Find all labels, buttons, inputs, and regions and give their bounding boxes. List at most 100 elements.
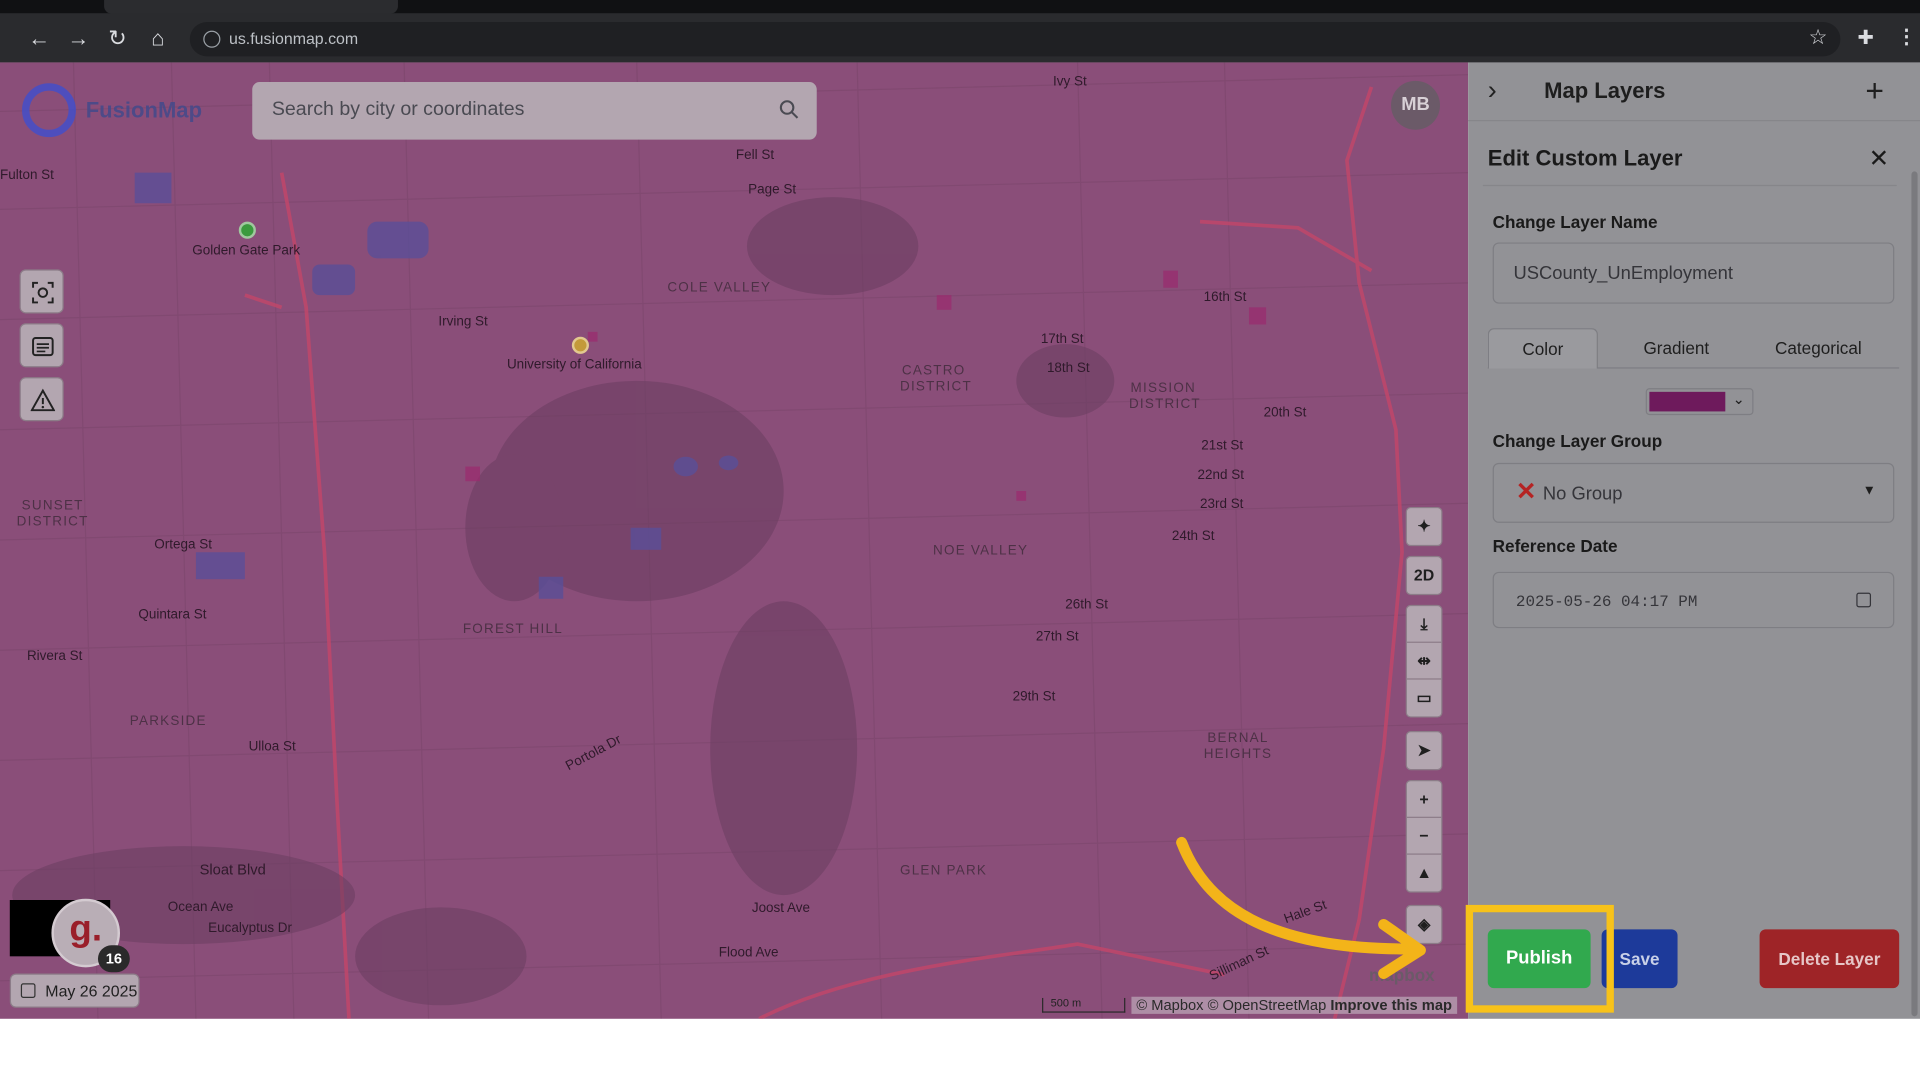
browser-menu-icon[interactable]: ⋮	[1897, 24, 1917, 48]
color-swatch	[1649, 391, 1726, 412]
map-district-label: BERNAL HEIGHTS	[1203, 731, 1273, 762]
map-label: Golden Gate Park	[192, 243, 301, 259]
url-text: us.fusionmap.com	[228, 29, 359, 48]
logo-mark-icon	[22, 83, 76, 138]
panel-title: Map Layers	[1544, 78, 1666, 103]
ruler-icon[interactable]: ▭	[1407, 680, 1441, 717]
zoom-in-icon[interactable]: +	[1406, 781, 1442, 818]
grammarly-badge[interactable]: g. 16	[51, 898, 130, 973]
map-label: 27th St	[1035, 629, 1079, 645]
dropdown-caret-icon: ▼	[1862, 483, 1876, 499]
close-icon[interactable]: ✕	[1869, 143, 1890, 174]
split-compare-icon[interactable]: ⇹	[1406, 643, 1442, 680]
ai-assist-button[interactable]: ✦	[1405, 506, 1443, 547]
map-label: Fell St	[735, 148, 775, 163]
map-label: Irving St	[438, 314, 488, 330]
camera-focus-icon	[32, 281, 54, 304]
grammarly-count-badge: 16	[97, 945, 130, 973]
alerts-tool-button[interactable]	[19, 377, 64, 422]
collapse-panel-chevron-icon[interactable]: ›	[1488, 75, 1497, 107]
home-icon[interactable]: ⌂	[144, 24, 171, 51]
add-layer-icon[interactable]: +	[1855, 72, 1894, 111]
map-district-label: COLE VALLEY	[667, 280, 772, 296]
notes-tool-button[interactable]	[19, 323, 64, 368]
improve-map-link[interactable]: Improve this map	[1330, 997, 1452, 1014]
map-label: Ortega St	[154, 537, 212, 553]
reference-date-label: Reference Date	[1492, 536, 1618, 556]
map-label: Ocean Ave	[167, 900, 234, 915]
map-attribution: © Mapbox © OpenStreetMap Improve this ma…	[1131, 996, 1457, 1014]
map-label: University of California	[506, 357, 642, 373]
delete-layer-button[interactable]: Delete Layer	[1759, 929, 1900, 989]
view-mode-toggle[interactable]: 2D	[1405, 555, 1443, 596]
navigation-arrow-icon: ➤	[1417, 740, 1431, 760]
map-district-label: PARKSIDE	[129, 713, 207, 729]
layer-name-label: Change Layer Name	[1492, 211, 1658, 232]
reference-date-value: 2025-05-26 04:17 PM	[1515, 592, 1698, 612]
download-icon[interactable]: ⤓	[1406, 606, 1442, 643]
map-label: 22nd St	[1197, 467, 1244, 483]
user-avatar[interactable]: MB	[1391, 80, 1440, 130]
back-icon[interactable]: ←	[26, 24, 53, 51]
map-label: 18th St	[1046, 361, 1090, 376]
color-picker[interactable]: ⌄	[1645, 388, 1754, 416]
tab-categorical[interactable]: Categorical	[1757, 328, 1879, 368]
pointer-arrow-icon	[1176, 836, 1426, 979]
calendar-icon	[20, 983, 36, 998]
panel-scrollbar[interactable]	[1911, 171, 1918, 1017]
map-label: Ivy St	[1053, 74, 1087, 90]
map-district-label: GLEN PARK	[900, 863, 988, 878]
poi-golden-gate-park-icon[interactable]	[238, 221, 256, 239]
reference-date-input[interactable]: 2025-05-26 04:17 PM	[1492, 571, 1895, 629]
map-label: Sloat Blvd	[199, 860, 266, 878]
map-district-label: MISSION DISTRICT	[1128, 380, 1201, 412]
map-label: 21st St	[1201, 438, 1244, 454]
attribution-text: © Mapbox © OpenStreetMap	[1136, 996, 1327, 1014]
edit-layer-title: Edit Custom Layer	[1487, 145, 1683, 171]
map-label: Rivera St	[26, 648, 83, 664]
layer-name-value: USCounty_UnEmployment	[1513, 263, 1733, 285]
forward-icon[interactable]: →	[65, 24, 92, 51]
map-district-label: SUNSET DISTRICT	[16, 498, 89, 529]
screenshot-tool-button[interactable]	[19, 269, 64, 314]
map-label: 29th St	[1012, 689, 1056, 705]
calendar-icon[interactable]	[1856, 592, 1872, 608]
map-label: 16th St	[1203, 290, 1247, 305]
map-label: Eucalyptus Dr	[208, 920, 293, 936]
map-district-label: NOE VALLEY	[933, 543, 1029, 559]
publish-button[interactable]: Publish	[1487, 929, 1591, 989]
search-input[interactable]: Search by city or coordinates	[252, 82, 817, 140]
search-icon[interactable]	[779, 99, 800, 120]
layer-group-select[interactable]: ✕ No Group ▼	[1492, 462, 1895, 523]
map-date-chip[interactable]: May 26 2025	[9, 973, 140, 1008]
tab-gradient[interactable]: Gradient	[1615, 328, 1737, 368]
tab-strip	[0, 0, 1920, 14]
grammarly-g-icon: g.	[69, 908, 103, 949]
map-label: Joost Ave	[751, 901, 810, 916]
site-info-icon[interactable]	[203, 30, 221, 48]
browser-toolbar: ← → ↻ ⌂ us.fusionmap.com ☆ ✚ ⋮	[0, 13, 1920, 63]
map-label: Quintara St	[138, 607, 207, 623]
map-label: Flood Ave	[718, 945, 779, 960]
view-mode-label: 2D	[1413, 565, 1435, 585]
color-mode-tabs: Color Gradient Categorical	[1487, 328, 1900, 369]
fusionmap-logo[interactable]: FusionMap	[22, 83, 218, 138]
browser-tab[interactable]	[104, 0, 398, 14]
map-label: 24th St	[1171, 528, 1215, 544]
map-layers-panel: › Map Layers + Edit Custom Layer ✕ Chang…	[1468, 62, 1920, 1019]
reload-icon[interactable]: ↻	[104, 24, 131, 51]
map-district-label: FOREST HILL	[462, 622, 563, 637]
locate-button[interactable]: ➤	[1405, 731, 1443, 771]
map-label: Ulloa St	[248, 739, 296, 755]
extensions-icon[interactable]: ✚	[1858, 26, 1874, 50]
bookmark-star-icon[interactable]: ☆	[1809, 26, 1828, 50]
map-district-label: CASTRO DISTRICT	[900, 363, 972, 395]
map-label: Page St	[748, 182, 797, 198]
layer-name-input[interactable]: USCounty_UnEmployment	[1492, 242, 1895, 304]
map-tool-group: ⤓ ⇹ ▭	[1405, 604, 1443, 718]
sparkle-chat-icon: ✦	[1417, 516, 1431, 536]
address-bar[interactable]: us.fusionmap.com	[189, 22, 1841, 57]
poi-university-icon[interactable]	[571, 336, 589, 354]
map-date-text: May 26 2025	[45, 982, 138, 1001]
tab-color[interactable]: Color	[1487, 328, 1598, 369]
